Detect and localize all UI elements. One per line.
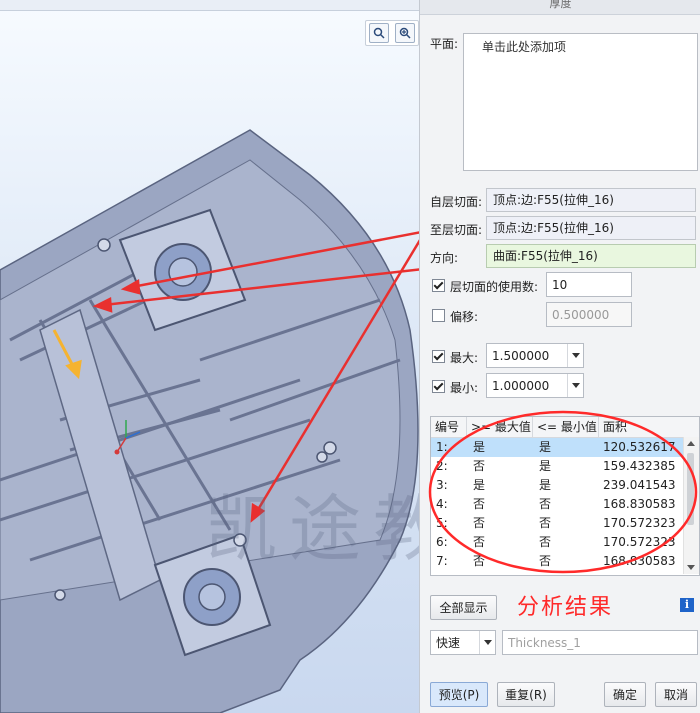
cell-max: 否 (473, 516, 486, 530)
cell-max: 否 (473, 459, 486, 473)
from-slice-collector[interactable]: 顶点:边:F55(拉伸_16) (486, 188, 696, 212)
mode-dropdown[interactable]: 快速 (430, 630, 496, 655)
plane-placeholder: 单击此处添加项 (482, 40, 567, 54)
view-toolbar (365, 20, 419, 46)
cell-id: 7: (436, 554, 448, 568)
from-slice-label: 自层切面: (430, 195, 483, 209)
col-header-area[interactable]: 面积 (599, 417, 683, 437)
mode-value: 快速 (436, 636, 461, 650)
offset-label: 偏移: (450, 310, 479, 324)
offset-input[interactable]: 0.500000 (546, 302, 632, 327)
cell-min: 是 (539, 459, 552, 473)
to-slice-collector[interactable]: 顶点:边:F55(拉伸_16) (486, 216, 696, 240)
watermark: 凯途教育 (205, 487, 419, 571)
cell-id: 4: (436, 497, 448, 511)
zoom-in-icon[interactable] (395, 23, 415, 43)
col-header-id[interactable]: 编号 (431, 417, 467, 437)
cell-max: 是 (473, 478, 486, 492)
cell-id: 6: (436, 535, 448, 549)
min-value-dropdown[interactable]: 1.000000 (486, 373, 584, 398)
min-value: 1.000000 (492, 379, 550, 393)
slices-checkbox[interactable] (432, 279, 445, 292)
cell-max: 是 (473, 440, 486, 454)
cell-area: 159.432385 (603, 459, 676, 473)
table-row[interactable]: 2: 否 是 159.432385 (431, 457, 683, 476)
chevron-down-icon[interactable] (479, 631, 495, 654)
results-table[interactable]: 编号 >= 最大值 <= 最小值 面积 1: 是 是 120.532617 2:… (430, 416, 700, 576)
analysis-name-input[interactable]: Thickness_1 (502, 630, 698, 655)
cancel-button[interactable]: 取消 (655, 682, 697, 707)
scroll-up-icon[interactable] (687, 441, 695, 446)
cell-area: 168.830583 (603, 554, 676, 568)
slices-count-input[interactable]: 10 (546, 272, 632, 297)
cell-min: 否 (539, 497, 552, 511)
preview-button[interactable]: 预览(P) (430, 682, 488, 707)
col-header-max[interactable]: >= 最大值 (467, 417, 533, 437)
zoom-fit-icon[interactable] (369, 23, 389, 43)
table-row[interactable]: 5: 否 否 170.572323 (431, 514, 683, 533)
table-row[interactable]: 4: 否 否 168.830583 (431, 495, 683, 514)
cell-id: 5: (436, 516, 448, 530)
table-header: 编号 >= 最大值 <= 最小值 面积 (431, 417, 699, 438)
to-slice-label: 至层切面: (430, 223, 483, 237)
model-render (0, 129, 419, 713)
max-value-dropdown[interactable]: 1.500000 (486, 343, 584, 368)
max-value: 1.500000 (492, 349, 550, 363)
cell-max: 否 (473, 535, 486, 549)
cell-id: 3: (436, 478, 448, 492)
table-row[interactable]: 3: 是 是 239.041543 (431, 476, 683, 495)
cell-min: 是 (539, 478, 552, 492)
info-icon[interactable]: i (680, 598, 694, 612)
min-label: 最小: (450, 381, 479, 395)
col-header-min[interactable]: <= 最小值 (533, 417, 599, 437)
repeat-button[interactable]: 重复(R) (497, 682, 555, 707)
cell-max: 否 (473, 497, 486, 511)
scroll-down-icon[interactable] (687, 565, 695, 570)
scroll-thumb[interactable] (687, 453, 694, 525)
cell-min: 是 (539, 440, 552, 454)
table-scrollbar[interactable] (683, 437, 699, 574)
plane-label: 平面: (430, 37, 459, 51)
plane-collector[interactable]: 单击此处添加项 (463, 33, 698, 171)
slices-label: 层切面的使用数: (450, 280, 539, 294)
offset-checkbox[interactable] (432, 309, 445, 322)
cell-area: 168.830583 (603, 497, 676, 511)
panel-title: 厚度 (420, 0, 700, 15)
direction-label: 方向: (430, 251, 459, 265)
table-row[interactable]: 1: 是 是 120.532617 (431, 438, 683, 457)
cell-max: 否 (473, 554, 486, 568)
table-row[interactable]: 7: 否 否 168.830583 (431, 552, 683, 571)
min-checkbox[interactable] (432, 380, 445, 393)
chevron-down-icon[interactable] (567, 344, 583, 367)
cell-min: 否 (539, 554, 552, 568)
cell-area: 120.532617 (603, 440, 676, 454)
ok-button[interactable]: 确定 (604, 682, 646, 707)
cell-id: 2: (436, 459, 448, 473)
model-viewport[interactable]: 凯途教育 (0, 0, 419, 713)
cell-id: 1: (436, 440, 448, 454)
analysis-result-annotation: 分析结果 (517, 595, 614, 620)
chevron-down-icon[interactable] (567, 374, 583, 397)
cell-area: 170.572323 (603, 535, 676, 549)
cell-min: 否 (539, 516, 552, 530)
max-label: 最大: (450, 351, 479, 365)
max-checkbox[interactable] (432, 350, 445, 363)
direction-collector[interactable]: 曲面:F55(拉伸_16) (486, 244, 696, 268)
cell-min: 否 (539, 535, 552, 549)
show-all-button[interactable]: 全部显示 (430, 595, 497, 620)
cell-area: 239.041543 (603, 478, 676, 492)
table-row[interactable]: 6: 否 否 170.572323 (431, 533, 683, 552)
cell-area: 170.572323 (603, 516, 676, 530)
